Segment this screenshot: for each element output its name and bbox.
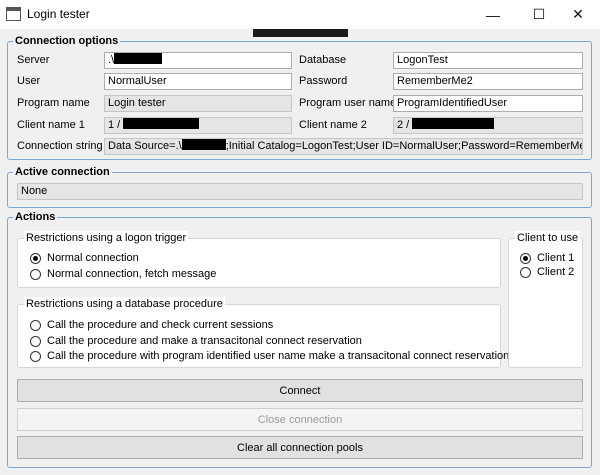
clear-connection-pools-button[interactable]: Clear all connection pools [17, 436, 583, 459]
radio-label: Call the procedure and make a transacito… [47, 335, 362, 347]
radio-unselected-icon[interactable] [30, 335, 41, 347]
radio-check-sessions[interactable]: Call the procedure and check current ses… [30, 318, 273, 332]
close-connection-button[interactable]: Close connection [17, 408, 583, 431]
radio-client-2[interactable]: Client 2 [520, 265, 574, 279]
radio-label: Normal connection, fetch message [47, 268, 217, 280]
database-label: Database [299, 54, 347, 66]
radio-selected-icon[interactable] [30, 252, 41, 264]
redacted-text [181, 139, 226, 150]
radio-normal-connection[interactable]: Normal connection [30, 251, 139, 265]
client-name-1-value: 1 / [108, 119, 124, 131]
connection-string-prefix: Data Source=.\ [108, 140, 182, 152]
radio-program-user-reservation[interactable]: Call the procedure with program identifi… [30, 349, 509, 363]
app-window-icon [6, 7, 21, 21]
server-label: Server [17, 54, 50, 66]
radio-transactional-reservation[interactable]: Call the procedure and make a transacito… [30, 334, 362, 348]
password-label: Password [299, 75, 348, 87]
client-name-2-field[interactable]: 2 / [393, 117, 583, 134]
radio-unselected-icon[interactable] [30, 350, 41, 362]
radio-label: Normal connection [47, 252, 139, 264]
active-connection-field[interactable]: None [17, 183, 583, 200]
password-input[interactable]: RememberMe2 [393, 73, 583, 90]
redacted-text [114, 53, 163, 64]
radio-unselected-icon[interactable] [520, 266, 531, 278]
radio-unselected-icon[interactable] [30, 268, 41, 280]
redacted-text [412, 118, 495, 129]
client-to-use-label: Client to use [515, 231, 581, 245]
radio-normal-connection-fetch-message[interactable]: Normal connection, fetch message [30, 267, 216, 281]
connection-string-suffix: ;Initial Catalog=LogonTest;User ID=Norma… [225, 140, 583, 152]
radio-label: Client 2 [537, 266, 575, 278]
radio-selected-icon[interactable] [520, 252, 531, 264]
user-label: User [17, 75, 41, 87]
database-input[interactable]: LogonTest [393, 52, 583, 69]
client-name-2-label: Client name 2 [299, 119, 367, 131]
server-input[interactable]: .\ [104, 52, 292, 69]
connection-string-label: Connection string [17, 140, 103, 152]
client-name-1-label: Client name 1 [17, 119, 85, 131]
redacted-bar [253, 29, 348, 37]
connect-button[interactable]: Connect [17, 379, 583, 402]
radio-label: Call the procedure and check current ses… [47, 319, 274, 331]
redacted-text [123, 118, 200, 129]
client-name-1-field[interactable]: 1 / [104, 117, 292, 134]
program-user-name-input[interactable]: ProgramIdentifiedUser [393, 95, 583, 112]
active-connection-label: Active connection [13, 165, 112, 179]
minimize-button[interactable]: — [470, 0, 516, 29]
connection-options-label: Connection options [13, 34, 121, 48]
radio-label: Client 1 [537, 252, 575, 264]
window-title: Login tester [27, 7, 90, 21]
db-procedure-label: Restrictions using a database procedure [24, 297, 225, 311]
program-name-field[interactable]: Login tester [104, 95, 292, 112]
radio-label: Call the procedure with program identifi… [47, 350, 510, 362]
radio-client-1[interactable]: Client 1 [520, 251, 574, 265]
program-name-label: Program name [17, 97, 90, 109]
program-user-name-label: Program user name [299, 97, 397, 109]
user-input[interactable]: NormalUser [104, 73, 292, 90]
close-button[interactable]: ✕ [555, 0, 600, 29]
actions-label: Actions [13, 210, 58, 224]
logon-trigger-label: Restrictions using a logon trigger [24, 231, 189, 245]
connection-string-field[interactable]: Data Source=.\ ;Initial Catalog=LogonTest… [104, 138, 583, 155]
client-name-2-value: 2 / [397, 119, 413, 131]
radio-unselected-icon[interactable] [30, 319, 41, 331]
